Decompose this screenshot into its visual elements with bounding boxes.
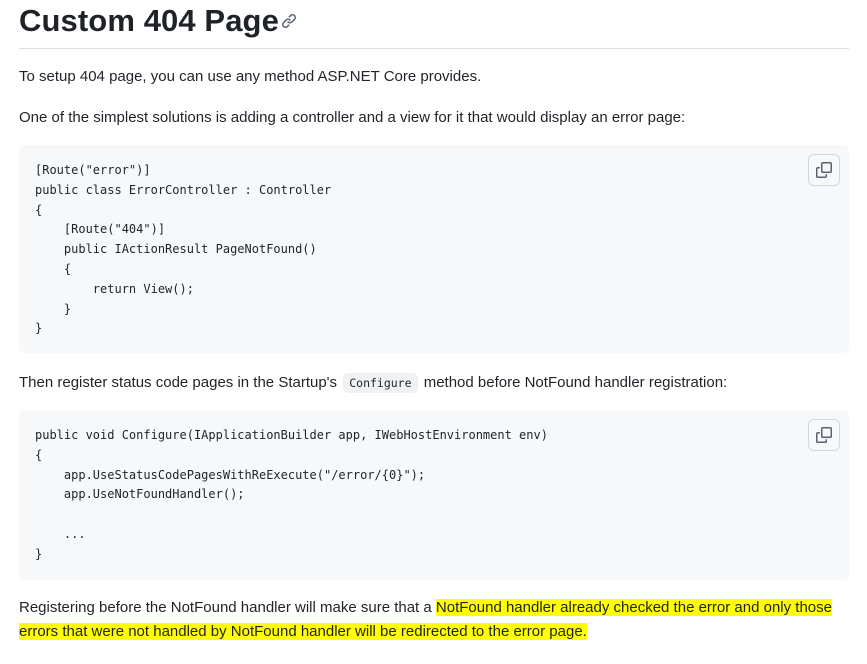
copy-button[interactable] <box>808 154 840 186</box>
register-paragraph: Then register status code pages in the S… <box>19 371 727 395</box>
code-block-controller: [Route("error")] public class ErrorContr… <box>19 145 849 353</box>
controller-paragraph: One of the simplest solutions is adding … <box>19 109 686 126</box>
link-icon[interactable] <box>281 13 297 29</box>
page-title: Custom 404 Page <box>19 3 279 38</box>
register-text-after: method before NotFound handler registrat… <box>423 374 728 391</box>
final-paragraph: Registering before the NotFound handler … <box>19 596 849 644</box>
copy-button[interactable] <box>808 419 840 451</box>
code-text[interactable]: [Route("error")] public class ErrorContr… <box>35 161 331 339</box>
section-heading: Custom 404 Page <box>19 0 849 49</box>
copy-icon <box>816 427 832 443</box>
inline-code-configure: Configure <box>343 373 418 393</box>
intro-paragraph: To setup 404 page, you can use any metho… <box>19 68 482 85</box>
final-text: Registering before the NotFound handler … <box>19 599 436 616</box>
copy-icon <box>816 162 832 178</box>
register-text-before: Then register status code pages in the S… <box>19 374 338 391</box>
code-text[interactable]: public void Configure(IApplicationBuilde… <box>35 426 548 565</box>
code-block-configure: public void Configure(IApplicationBuilde… <box>19 410 849 580</box>
